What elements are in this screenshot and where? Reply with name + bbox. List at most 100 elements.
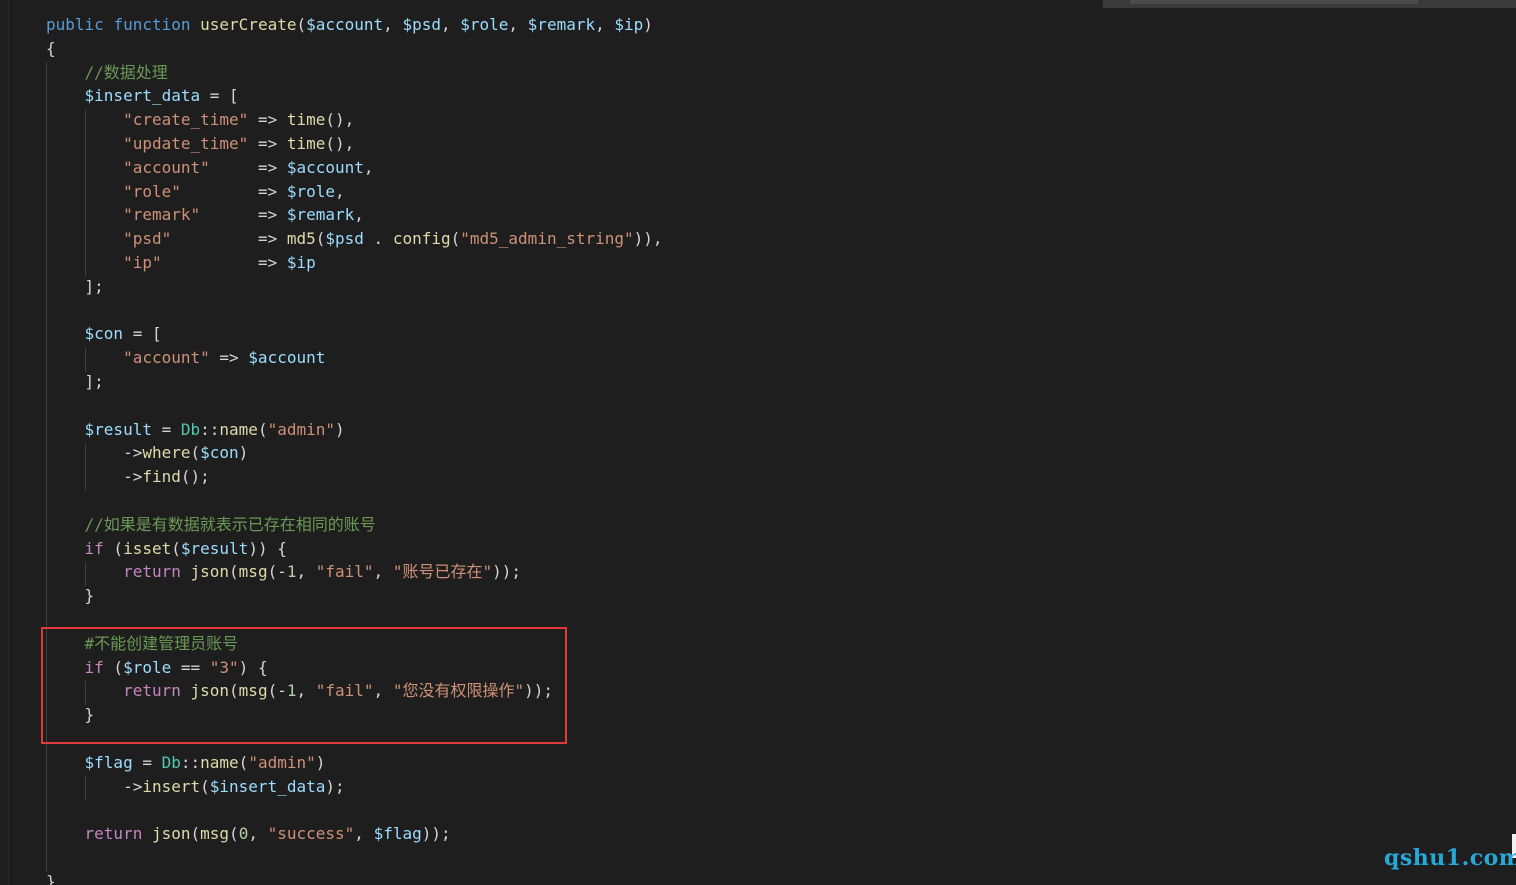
code-token: , <box>354 824 374 844</box>
code-token: ( <box>190 443 201 463</box>
code-token: ( <box>229 562 239 582</box>
code-line[interactable]: if (isset($result)) { <box>46 537 663 561</box>
code-token: $account <box>306 15 384 34</box>
code-line[interactable]: "create_time" => time(), <box>46 108 663 132</box>
code-content[interactable]: public function userCreate($account, $ps… <box>46 13 663 885</box>
code-token: //如果是有数据就表示已存在相同的账号 <box>84 514 376 534</box>
code-token: $remark <box>527 15 596 34</box>
code-token: => <box>171 229 287 249</box>
code-line[interactable]: { <box>46 37 663 61</box>
code-token: $result <box>180 538 249 558</box>
code-token: md5 <box>286 229 316 249</box>
code-token: "success" <box>267 824 355 844</box>
code-line[interactable]: "account" => $account <box>46 346 663 370</box>
code-token: ( <box>450 229 461 249</box>
code-line[interactable]: public function userCreate($account, $ps… <box>46 13 663 37</box>
code-line[interactable]: } <box>46 870 663 885</box>
code-token: :: <box>200 419 220 439</box>
code-line[interactable]: ->where($con) <box>46 441 663 465</box>
scrollbar-thumb[interactable] <box>1130 0 1418 4</box>
code-token: , <box>383 15 403 34</box>
code-token: config <box>392 229 451 249</box>
code-line[interactable]: "remark" => $remark, <box>46 203 663 227</box>
code-token: $psd <box>325 229 364 249</box>
code-token: , <box>440 15 461 34</box>
code-token: msg <box>200 824 230 844</box>
code-line[interactable]: "psd" => md5($psd . config("md5_admin_st… <box>46 227 662 251</box>
code-token: => <box>200 205 287 225</box>
code-line[interactable]: "role" => $role, <box>46 180 663 204</box>
code-token: , <box>508 15 528 34</box>
code-token: -> <box>46 776 143 796</box>
code-token: json <box>190 562 230 582</box>
code-token: "account" <box>123 348 210 368</box>
code-token: ]; <box>46 276 104 296</box>
code-line[interactable] <box>46 489 663 513</box>
code-token: , <box>373 562 393 582</box>
code-token: (), <box>325 110 355 130</box>
code-token: ) <box>643 15 653 34</box>
code-token: "md5_admin_string" <box>460 229 634 249</box>
code-line[interactable] <box>46 394 663 418</box>
code-token: :: <box>180 752 201 772</box>
code-token: "admin" <box>267 419 336 439</box>
code-token: -> <box>46 443 143 463</box>
code-line[interactable] <box>46 299 663 323</box>
code-token: $ip <box>614 15 644 34</box>
code-line[interactable]: ->find(); <box>46 465 663 489</box>
code-token: => <box>209 348 249 368</box>
code-line[interactable]: "update_time" => time(), <box>46 132 663 156</box>
code-token: , <box>354 205 364 225</box>
code-token: $psd <box>402 15 441 34</box>
code-line[interactable]: "account" => $account, <box>46 156 663 180</box>
code-line[interactable]: $insert_data = [ <box>46 84 663 108</box>
code-line[interactable] <box>46 798 663 822</box>
code-token: => <box>180 181 287 201</box>
code-line[interactable]: //数据处理 <box>46 61 663 85</box>
code-line[interactable]: $con = [ <box>46 322 663 346</box>
code-token: isset <box>123 538 172 558</box>
code-token: = <box>123 324 152 344</box>
code-token: ) <box>238 443 249 463</box>
code-token: } <box>46 586 95 606</box>
code-token: "role" <box>123 181 181 201</box>
code-token: find <box>142 467 181 487</box>
code-token: ( <box>190 824 201 844</box>
code-token: , <box>248 824 268 844</box>
code-token: (- <box>267 562 287 582</box>
code-token: (); <box>180 467 210 487</box>
code-token: )); <box>421 824 451 844</box>
code-token: = <box>151 419 181 439</box>
code-line[interactable]: ]; <box>46 370 663 394</box>
code-token: "fail" <box>315 562 374 582</box>
code-token: $result <box>84 419 152 439</box>
code-line[interactable] <box>46 846 663 870</box>
code-token: $insert_data <box>84 86 201 106</box>
code-token: $con <box>200 443 239 463</box>
code-editor[interactable]: public function userCreate($account, $ps… <box>0 0 1516 885</box>
code-token: //数据处理 <box>84 62 168 82</box>
code-token: "ip" <box>123 252 162 272</box>
code-line[interactable]: $flag = Db::name("admin") <box>46 751 663 775</box>
code-line[interactable]: //如果是有数据就表示已存在相同的账号 <box>46 513 663 537</box>
code-token: "create_time" <box>123 110 249 130</box>
code-token: ( <box>171 538 181 558</box>
code-line[interactable]: ->insert($insert_data); <box>46 775 663 799</box>
code-line[interactable]: } <box>46 584 663 608</box>
code-line[interactable]: ]; <box>46 275 663 299</box>
code-token: 0 <box>238 824 249 844</box>
code-line[interactable]: return json(msg(0, "success", $flag)); <box>46 822 663 846</box>
code-line[interactable]: return json(msg(-1, "fail", "账号已存在")); <box>46 560 663 584</box>
code-token: public <box>46 15 104 34</box>
code-line[interactable]: "ip" => $ip <box>46 251 663 275</box>
code-token: , <box>335 181 345 201</box>
code-token: userCreate <box>200 15 297 34</box>
code-line[interactable]: $result = Db::name("admin") <box>46 418 663 442</box>
